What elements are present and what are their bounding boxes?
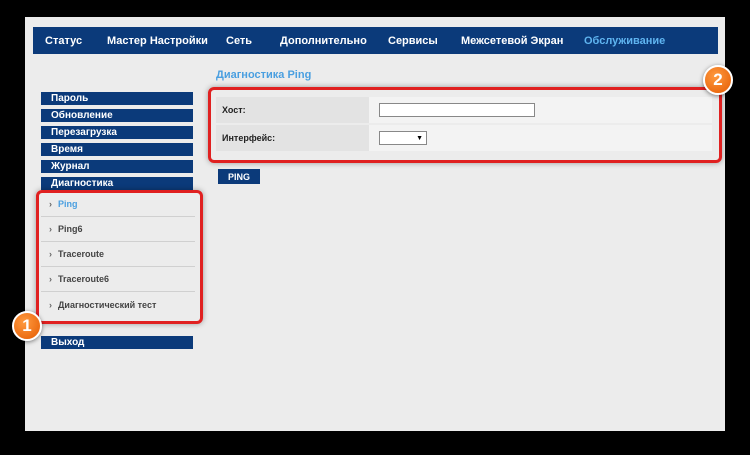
nav-maintenance[interactable]: Обслуживание (584, 35, 665, 47)
nav-network[interactable]: Сеть (226, 35, 252, 47)
highlight-box-submenu (36, 190, 203, 324)
sidebar-item-reboot[interactable]: Перезагрузка (41, 126, 193, 139)
annotation-badge-2: 2 (703, 65, 733, 95)
annotation-badge-1: 1 (12, 311, 42, 341)
sidebar-item-diagnostics[interactable]: Диагностика (41, 177, 193, 190)
ping-button[interactable]: PING (218, 169, 260, 184)
sidebar-item-update[interactable]: Обновление (41, 109, 193, 122)
top-navigation-bar: Статус Мастер Настройки Сеть Дополнитель… (33, 27, 718, 54)
logout-button[interactable]: Выход (41, 336, 193, 349)
nav-services[interactable]: Сервисы (388, 35, 438, 47)
sidebar-item-log[interactable]: Журнал (41, 160, 193, 173)
sidebar-item-password[interactable]: Пароль (41, 92, 193, 105)
highlight-box-form (208, 87, 722, 163)
nav-setup-wizard[interactable]: Мастер Настройки (107, 35, 208, 47)
nav-advanced[interactable]: Дополнительно (280, 35, 367, 47)
nav-firewall[interactable]: Межсетевой Экран (461, 35, 563, 47)
sidebar-item-time[interactable]: Время (41, 143, 193, 156)
nav-status[interactable]: Статус (45, 35, 82, 47)
router-admin-page: Статус Мастер Настройки Сеть Дополнитель… (12, 17, 733, 431)
page-title: Диагностика Ping (216, 69, 312, 81)
